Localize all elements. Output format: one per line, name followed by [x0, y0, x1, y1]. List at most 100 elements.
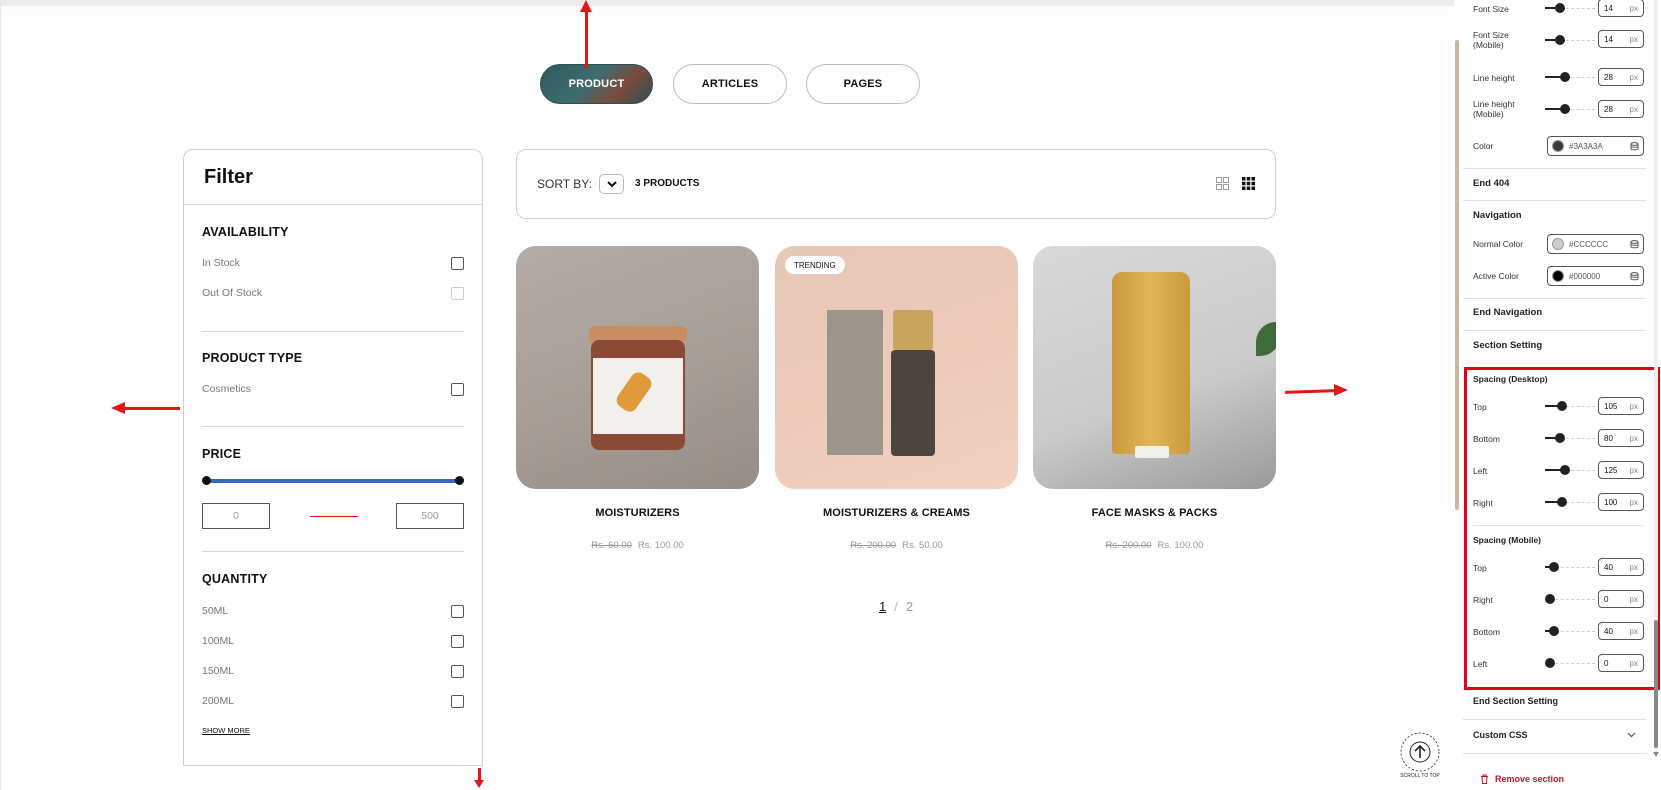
font-size-mobile-slider[interactable]	[1555, 35, 1565, 45]
spacing-mobile-top-slider[interactable]	[1549, 562, 1559, 572]
bottle	[891, 350, 935, 456]
divider	[1463, 330, 1646, 331]
value: 0	[1604, 594, 1609, 604]
out-of-stock-checkbox[interactable]	[451, 287, 464, 300]
product-name[interactable]: MOISTURIZERS & CREAMS	[775, 507, 1018, 519]
cosmetics-checkbox[interactable]	[451, 383, 464, 396]
spacing-mobile-left-slider[interactable]	[1545, 658, 1555, 668]
price-max-input[interactable]: 500	[396, 503, 464, 529]
header-strip	[1, 0, 1454, 6]
product-image-moisturizers-creams[interactable]: TRENDING	[775, 246, 1018, 489]
tab-articles[interactable]: ARTICLES	[673, 64, 787, 104]
spacing-mobile-bottom-input[interactable]: 40 px	[1598, 622, 1644, 640]
spacing-desktop-heading: Spacing (Desktop)	[1473, 374, 1548, 384]
remove-section-button[interactable]: Remove section	[1480, 774, 1564, 784]
spacing-desktop-bottom-slider[interactable]	[1555, 433, 1565, 443]
spacing-mobile-right-input[interactable]: 0 px	[1598, 590, 1644, 608]
spacing-mobile-bottom-slider[interactable]	[1549, 626, 1559, 636]
spacing-desktop-left-label: Left	[1473, 466, 1488, 476]
scroll-to-top-button[interactable]	[1398, 730, 1442, 774]
qty-50ml-checkbox[interactable]	[451, 605, 464, 618]
divider	[1463, 719, 1646, 720]
sale-price: Rs. 100.00	[1157, 540, 1204, 551]
unit: px	[1629, 497, 1638, 507]
qty-200ml-checkbox[interactable]	[451, 695, 464, 708]
active-color-label: Active Color	[1473, 271, 1519, 281]
label-line2: (Mobile)	[1473, 40, 1504, 50]
divider	[1463, 753, 1646, 754]
active-color-picker[interactable]: #000000	[1547, 266, 1644, 286]
old-price: Rs. 60.00	[591, 540, 632, 551]
grid-3-view-icon[interactable]	[1242, 177, 1255, 190]
product-price: Rs. 200.00 Rs. 50.00	[775, 540, 1018, 551]
qty-150ml-checkbox[interactable]	[451, 665, 464, 678]
navigation-heading: Navigation	[1473, 210, 1522, 221]
chevron-down-icon	[606, 180, 617, 187]
panel-scrollbar-thumb[interactable]	[1654, 620, 1658, 748]
spacing-desktop-top-input[interactable]: 105 px	[1598, 397, 1644, 415]
custom-css-heading[interactable]: Custom CSS	[1473, 730, 1528, 740]
sort-bar: SORT BY: 3 PRODUCTS	[516, 149, 1276, 219]
line-height-slider[interactable]	[1560, 72, 1570, 82]
spacing-mobile-top-input[interactable]: 40 px	[1598, 558, 1644, 576]
line-height-label: Line height	[1473, 73, 1515, 83]
spacing-mobile-right-slider[interactable]	[1545, 594, 1555, 604]
quantity-heading: QUANTITY	[202, 572, 268, 586]
spacing-desktop-top-slider[interactable]	[1557, 401, 1567, 411]
cosmetics-label: Cosmetics	[202, 383, 252, 395]
price-range-track	[206, 479, 460, 483]
spacing-desktop-right-slider[interactable]	[1557, 497, 1567, 507]
in-stock-checkbox[interactable]	[451, 257, 464, 270]
product-name[interactable]: MOISTURIZERS	[516, 507, 759, 519]
spacing-mobile-left-input[interactable]: 0 px	[1598, 654, 1644, 672]
product-image-face-masks[interactable]	[1033, 246, 1276, 489]
unit: px	[1629, 465, 1638, 475]
spacing-desktop-left-slider[interactable]	[1560, 465, 1570, 475]
price-max-handle[interactable]	[455, 476, 464, 485]
line-height-mobile-input[interactable]: 28 px	[1598, 100, 1644, 118]
product-image-moisturizers[interactable]	[516, 246, 759, 489]
spacing-desktop-right-label: Right	[1473, 498, 1493, 508]
font-size-slider[interactable]	[1555, 3, 1565, 13]
line-height-input[interactable]: 28 px	[1598, 68, 1644, 86]
tube	[1112, 272, 1190, 454]
unit: px	[1629, 104, 1638, 114]
divider	[1463, 298, 1646, 299]
color-picker[interactable]: #3A3A3A	[1547, 136, 1644, 156]
chevron-down-icon[interactable]	[1627, 732, 1636, 738]
price-min-input[interactable]: 0	[202, 503, 270, 529]
product-name[interactable]: FACE MASKS & PACKS	[1033, 507, 1276, 519]
spacing-desktop-right-input[interactable]: 100 px	[1598, 493, 1644, 511]
spacing-desktop-bottom-label: Bottom	[1473, 434, 1500, 444]
page-total[interactable]: 2	[906, 599, 913, 614]
font-size-mobile-input[interactable]: 14 px	[1598, 30, 1644, 48]
scroll-down-arrow-icon[interactable]	[1653, 752, 1659, 757]
font-size-input[interactable]: 14 px	[1598, 0, 1644, 17]
show-more-link[interactable]: SHOW MORE	[202, 726, 250, 735]
section-setting-heading: Section Setting	[1473, 340, 1543, 351]
line-height-mobile-slider[interactable]	[1560, 104, 1570, 114]
qty-100ml-checkbox[interactable]	[451, 635, 464, 648]
unit: px	[1629, 401, 1638, 411]
preview-scrollbar[interactable]	[1455, 40, 1459, 510]
color-value: #3A3A3A	[1569, 141, 1603, 151]
unit: px	[1629, 562, 1638, 572]
qty-50ml-label: 50ML	[202, 605, 229, 617]
spacing-desktop-bottom-input[interactable]: 80 px	[1598, 429, 1644, 447]
pagination: 1 / 2	[879, 599, 913, 614]
unit: px	[1629, 658, 1638, 668]
tab-pages[interactable]: PAGES	[806, 64, 920, 104]
value: 80	[1604, 433, 1613, 443]
divider	[1463, 168, 1646, 169]
price-min-handle[interactable]	[202, 476, 211, 485]
in-stock-label: In Stock	[202, 257, 240, 269]
label-line2: (Mobile)	[1473, 109, 1504, 119]
spacing-desktop-left-input[interactable]: 125 px	[1598, 461, 1644, 479]
sort-dropdown[interactable]	[599, 174, 624, 194]
normal-color-picker[interactable]: #CCCCCC	[1547, 234, 1644, 254]
qty-200ml-label: 200ML	[202, 695, 235, 707]
page-current[interactable]: 1	[879, 599, 886, 614]
arrow-down-head	[474, 780, 484, 788]
grid-2-view-icon[interactable]	[1216, 177, 1229, 190]
tab-product[interactable]: PRODUCT	[540, 64, 653, 104]
